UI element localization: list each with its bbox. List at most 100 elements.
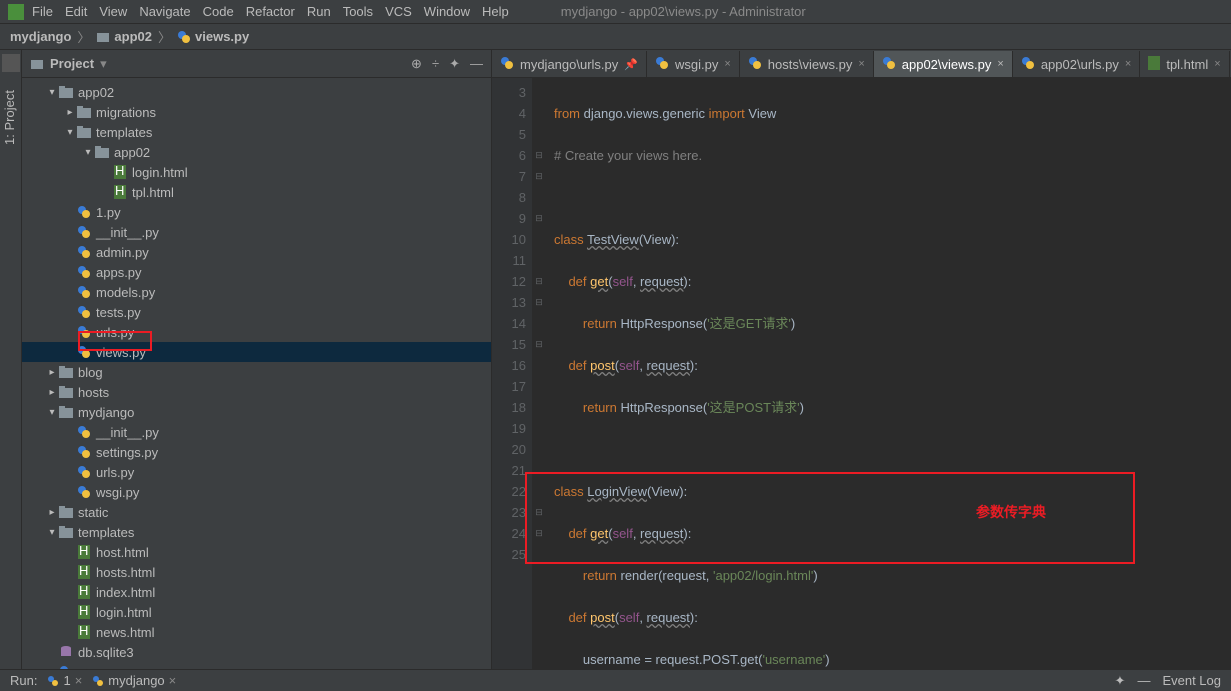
tree-item[interactable]: db.sqlite3 <box>22 642 491 662</box>
collapse-icon[interactable]: ÷ <box>432 56 439 72</box>
fold-marker[interactable] <box>532 187 546 208</box>
close-icon[interactable]: × <box>1125 58 1131 70</box>
expand-icon[interactable]: ▾ <box>46 87 58 98</box>
tree-item[interactable]: ▸migrations <box>22 102 491 122</box>
expand-icon[interactable]: ▸ <box>46 387 58 398</box>
fold-marker[interactable]: ⊟ <box>532 523 546 544</box>
fold-marker[interactable]: ⊟ <box>532 166 546 187</box>
expand-icon[interactable]: ▸ <box>46 367 58 378</box>
fold-marker[interactable]: ⊟ <box>532 271 546 292</box>
expand-icon[interactable]: ▾ <box>46 407 58 418</box>
pin-icon[interactable]: 📌 <box>624 58 638 71</box>
tree-item[interactable]: 1.py <box>22 202 491 222</box>
menu-file[interactable]: File <box>28 4 57 19</box>
editor-tab[interactable]: tpl.html× <box>1140 51 1229 77</box>
fold-marker[interactable] <box>532 82 546 103</box>
structure-tool-icon[interactable] <box>2 54 20 72</box>
menu-tools[interactable]: Tools <box>339 4 377 19</box>
tree-item[interactable]: apps.py <box>22 262 491 282</box>
menu-view[interactable]: View <box>95 4 131 19</box>
fold-marker[interactable]: ⊟ <box>532 208 546 229</box>
run-config-2[interactable]: mydjango × <box>92 673 176 688</box>
tree-item[interactable]: manage.py <box>22 662 491 669</box>
tree-item[interactable]: admin.py <box>22 242 491 262</box>
tree-item[interactable]: ▸static <box>22 502 491 522</box>
menu-refactor[interactable]: Refactor <box>242 4 299 19</box>
code-content[interactable]: from django.views.generic import View # … <box>546 78 1231 669</box>
tree-item[interactable]: Hindex.html <box>22 582 491 602</box>
fold-marker[interactable] <box>532 418 546 439</box>
close-icon[interactable]: × <box>997 58 1003 70</box>
fold-gutter[interactable]: ⊟⊟⊟⊟⊟⊟⊟⊟ <box>532 78 546 669</box>
code-editor[interactable]: 345678910111213141516171819202122232425 … <box>492 78 1231 669</box>
locate-icon[interactable]: ⊕ <box>411 56 422 72</box>
menu-run[interactable]: Run <box>303 4 335 19</box>
tree-item[interactable]: Hlogin.html <box>22 602 491 622</box>
fold-marker[interactable]: ⊟ <box>532 145 546 166</box>
fold-marker[interactable] <box>532 460 546 481</box>
expand-icon[interactable]: ▸ <box>64 107 76 118</box>
fold-marker[interactable] <box>532 376 546 397</box>
tree-item[interactable]: __init__.py <box>22 222 491 242</box>
close-icon[interactable]: × <box>1214 58 1220 70</box>
tree-item[interactable]: urls.py <box>22 322 491 342</box>
fold-marker[interactable] <box>532 355 546 376</box>
tree-item[interactable]: Hhost.html <box>22 542 491 562</box>
expand-icon[interactable]: ▾ <box>82 147 94 158</box>
expand-icon[interactable]: ▸ <box>46 507 58 518</box>
fold-marker[interactable] <box>532 397 546 418</box>
tree-item[interactable]: urls.py <box>22 462 491 482</box>
editor-tab[interactable]: mydjango\urls.py📌 <box>492 51 647 77</box>
fold-marker[interactable] <box>532 439 546 460</box>
gear-icon[interactable]: ✦ <box>449 56 460 72</box>
menu-vcs[interactable]: VCS <box>381 4 416 19</box>
tree-item[interactable]: wsgi.py <box>22 482 491 502</box>
tree-item[interactable]: models.py <box>22 282 491 302</box>
fold-marker[interactable] <box>532 124 546 145</box>
tree-item[interactable]: __init__.py <box>22 422 491 442</box>
dropdown-icon[interactable]: ▾ <box>100 56 107 72</box>
tree-item[interactable]: views.py <box>22 342 491 362</box>
tree-item[interactable]: Hnews.html <box>22 622 491 642</box>
gear-icon[interactable]: ✦ <box>1115 673 1126 689</box>
tree-item[interactable]: Hlogin.html <box>22 162 491 182</box>
tree-item[interactable]: ▾app02 <box>22 82 491 102</box>
fold-marker[interactable] <box>532 229 546 250</box>
tree-item[interactable]: ▾templates <box>22 122 491 142</box>
tree-item[interactable]: ▸blog <box>22 362 491 382</box>
hide-icon[interactable]: — <box>470 56 483 72</box>
tree-item[interactable]: ▾mydjango <box>22 402 491 422</box>
menu-help[interactable]: Help <box>478 4 513 19</box>
editor-tab[interactable]: app02\urls.py× <box>1013 51 1141 77</box>
fold-marker[interactable]: ⊟ <box>532 502 546 523</box>
tree-item[interactable]: ▾app02 <box>22 142 491 162</box>
menu-navigate[interactable]: Navigate <box>135 4 194 19</box>
editor-tab[interactable]: wsgi.py× <box>647 51 740 77</box>
tree-item[interactable]: Hhosts.html <box>22 562 491 582</box>
run-config-1[interactable]: 1 × <box>47 673 82 688</box>
breadcrumb-folder[interactable]: app02 <box>96 29 152 44</box>
expand-icon[interactable]: ▾ <box>64 127 76 138</box>
tree-item[interactable]: ▾templates <box>22 522 491 542</box>
close-icon[interactable]: × <box>858 58 864 70</box>
fold-marker[interactable]: ⊟ <box>532 292 546 313</box>
tree-item[interactable]: Htpl.html <box>22 182 491 202</box>
fold-marker[interactable] <box>532 544 546 565</box>
event-log[interactable]: Event Log <box>1162 673 1221 688</box>
project-tree[interactable]: ▾app02▸migrations▾templates▾app02Hlogin.… <box>22 78 491 669</box>
fold-marker[interactable] <box>532 481 546 502</box>
fold-marker[interactable]: ⊟ <box>532 334 546 355</box>
project-tool-tab[interactable]: 1: Project <box>2 90 17 145</box>
close-icon[interactable]: × <box>724 58 730 70</box>
tree-item[interactable]: settings.py <box>22 442 491 462</box>
hide-icon[interactable]: — <box>1137 673 1150 688</box>
menu-window[interactable]: Window <box>420 4 474 19</box>
expand-icon[interactable]: ▾ <box>46 527 58 538</box>
breadcrumb-root[interactable]: mydjango <box>10 29 71 44</box>
menu-code[interactable]: Code <box>199 4 238 19</box>
breadcrumb-file[interactable]: views.py <box>177 29 249 44</box>
menu-edit[interactable]: Edit <box>61 4 91 19</box>
editor-tab[interactable]: hosts\views.py× <box>740 51 874 77</box>
fold-marker[interactable] <box>532 103 546 124</box>
fold-marker[interactable] <box>532 313 546 334</box>
